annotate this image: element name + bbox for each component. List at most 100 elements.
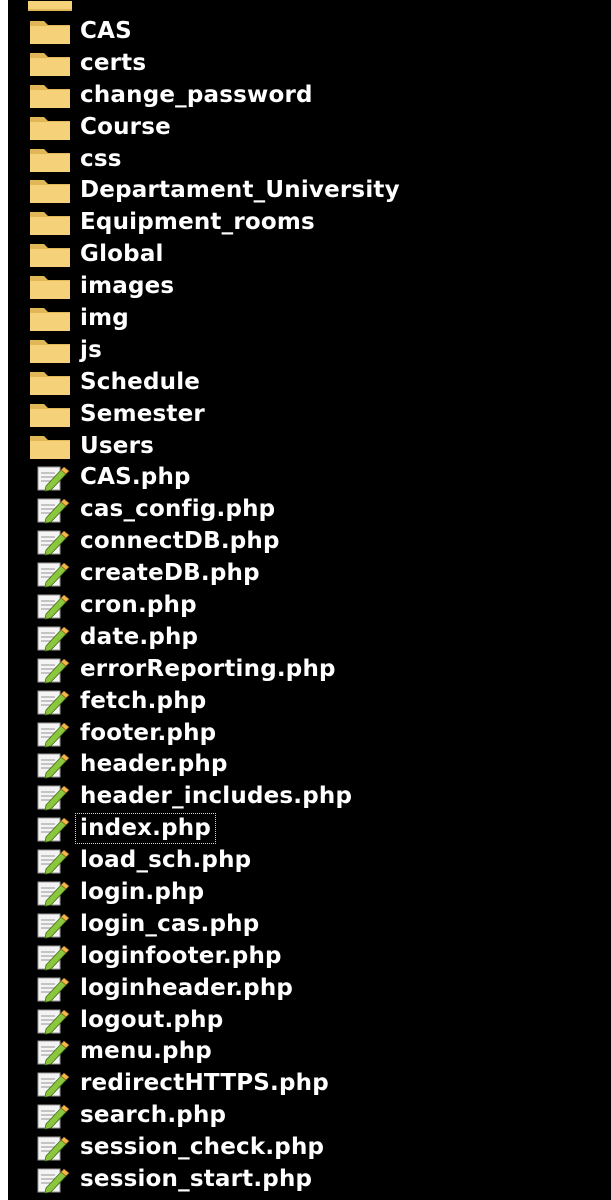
item-label: fetch.php: [80, 687, 207, 714]
php-file-icon: [28, 943, 72, 971]
item-label: loginheader.php: [80, 974, 294, 1001]
file-item-20[interactable]: errorReporting.php: [16, 654, 611, 686]
folder-item-1[interactable]: certs: [16, 48, 611, 80]
file-item-35[interactable]: session_check.php: [16, 1132, 611, 1164]
folder-item-11[interactable]: Schedule: [16, 367, 611, 399]
php-file-icon: [28, 624, 72, 652]
file-item-14[interactable]: CAS.php: [16, 462, 611, 494]
item-label: login.php: [80, 879, 205, 906]
file-item-19[interactable]: date.php: [16, 622, 611, 654]
item-label: header_includes.php: [80, 783, 353, 810]
php-file-icon: [28, 720, 72, 748]
folder-icon: [28, 433, 72, 461]
php-file-icon: [28, 783, 72, 811]
php-file-icon: [28, 1134, 72, 1162]
file-item-32[interactable]: menu.php: [16, 1037, 611, 1069]
file-list: CAS certs change_password Course css Dep…: [16, 16, 611, 1196]
folder-item-2[interactable]: change_password: [16, 80, 611, 112]
item-label: CAS: [80, 17, 132, 44]
folder-item-4[interactable]: css: [16, 144, 611, 176]
php-file-icon: [28, 847, 72, 875]
php-file-icon: [28, 1166, 72, 1194]
file-item-31[interactable]: logout.php: [16, 1005, 611, 1037]
file-item-23[interactable]: header.php: [16, 749, 611, 781]
php-file-icon: [28, 975, 72, 1003]
item-label: css: [80, 145, 122, 172]
php-file-icon: [28, 1007, 72, 1035]
file-item-26[interactable]: load_sch.php: [16, 845, 611, 877]
php-file-icon: [28, 496, 72, 524]
folder-icon: [28, 209, 72, 237]
item-label: change_password: [80, 81, 313, 108]
file-item-18[interactable]: cron.php: [16, 590, 611, 622]
item-label: header.php: [80, 751, 228, 778]
item-label: date.php: [80, 623, 199, 650]
file-list-panel: CAS certs change_password Course css Dep…: [8, 0, 611, 1200]
item-label: CAS.php: [80, 464, 191, 491]
php-file-icon: [28, 464, 72, 492]
php-file-icon: [28, 879, 72, 907]
file-item-28[interactable]: login_cas.php: [16, 909, 611, 941]
screenshot-frame: CAS certs change_password Course css Dep…: [0, 0, 611, 1200]
item-label: Global: [80, 241, 164, 268]
file-item-36[interactable]: session_start.php: [16, 1164, 611, 1196]
folder-icon: [28, 50, 72, 78]
file-item-15[interactable]: cas_config.php: [16, 494, 611, 526]
folder-icon: [28, 146, 72, 174]
item-label: redirectHTTPS.php: [80, 1070, 329, 1097]
file-item-24[interactable]: header_includes.php: [16, 781, 611, 813]
item-label: js: [80, 336, 102, 363]
folder-item-5[interactable]: Departament_University: [16, 175, 611, 207]
php-file-icon: [28, 528, 72, 556]
folder-icon: [28, 177, 72, 205]
folder-item-6[interactable]: Equipment_rooms: [16, 207, 611, 239]
folder-item-10[interactable]: js: [16, 335, 611, 367]
folder-icon: [28, 18, 72, 46]
folder-item-9[interactable]: img: [16, 303, 611, 335]
file-item-29[interactable]: loginfooter.php: [16, 941, 611, 973]
file-item-27[interactable]: login.php: [16, 877, 611, 909]
file-item-17[interactable]: createDB.php: [16, 558, 611, 590]
folder-icon: [28, 305, 72, 333]
item-label: cas_config.php: [80, 496, 276, 523]
folder-icon: [28, 82, 72, 110]
folder-item-7[interactable]: Global: [16, 239, 611, 271]
item-label: session_check.php: [80, 1134, 325, 1161]
item-label: connectDB.php: [80, 528, 280, 555]
php-file-icon: [28, 751, 72, 779]
php-file-icon: [28, 911, 72, 939]
item-label: Users: [80, 432, 154, 459]
item-label: footer.php: [80, 719, 217, 746]
file-item-25[interactable]: index.php: [16, 813, 611, 845]
php-file-icon: [28, 1070, 72, 1098]
item-label: Departament_University: [80, 177, 400, 204]
folder-item-3[interactable]: Course: [16, 112, 611, 144]
file-item-30[interactable]: loginheader.php: [16, 973, 611, 1005]
file-item-21[interactable]: fetch.php: [16, 686, 611, 718]
folder-icon: [28, 114, 72, 142]
folder-icon: [28, 401, 72, 429]
item-label: Schedule: [80, 368, 201, 395]
item-label: Semester: [80, 400, 205, 427]
item-label: Equipment_rooms: [80, 209, 315, 236]
folder-item-12[interactable]: Semester: [16, 399, 611, 431]
folder-item-8[interactable]: images: [16, 271, 611, 303]
item-label: Course: [80, 113, 171, 140]
folder-item-13[interactable]: Users: [16, 431, 611, 463]
item-label: logout.php: [80, 1006, 224, 1033]
file-item-33[interactable]: redirectHTTPS.php: [16, 1068, 611, 1100]
item-label: session_start.php: [80, 1166, 313, 1193]
php-file-icon: [28, 592, 72, 620]
php-file-icon: [28, 1038, 72, 1066]
folder-icon: [28, 273, 72, 301]
item-label: errorReporting.php: [80, 655, 336, 682]
item-label: cron.php: [80, 592, 197, 619]
folder-item-0[interactable]: CAS: [16, 16, 611, 48]
item-label: loginfooter.php: [80, 942, 282, 969]
item-label: search.php: [80, 1102, 227, 1129]
php-file-icon: [28, 656, 72, 684]
file-item-16[interactable]: connectDB.php: [16, 526, 611, 558]
folder-icon: [28, 241, 72, 269]
file-item-34[interactable]: search.php: [16, 1100, 611, 1132]
file-item-22[interactable]: footer.php: [16, 718, 611, 750]
